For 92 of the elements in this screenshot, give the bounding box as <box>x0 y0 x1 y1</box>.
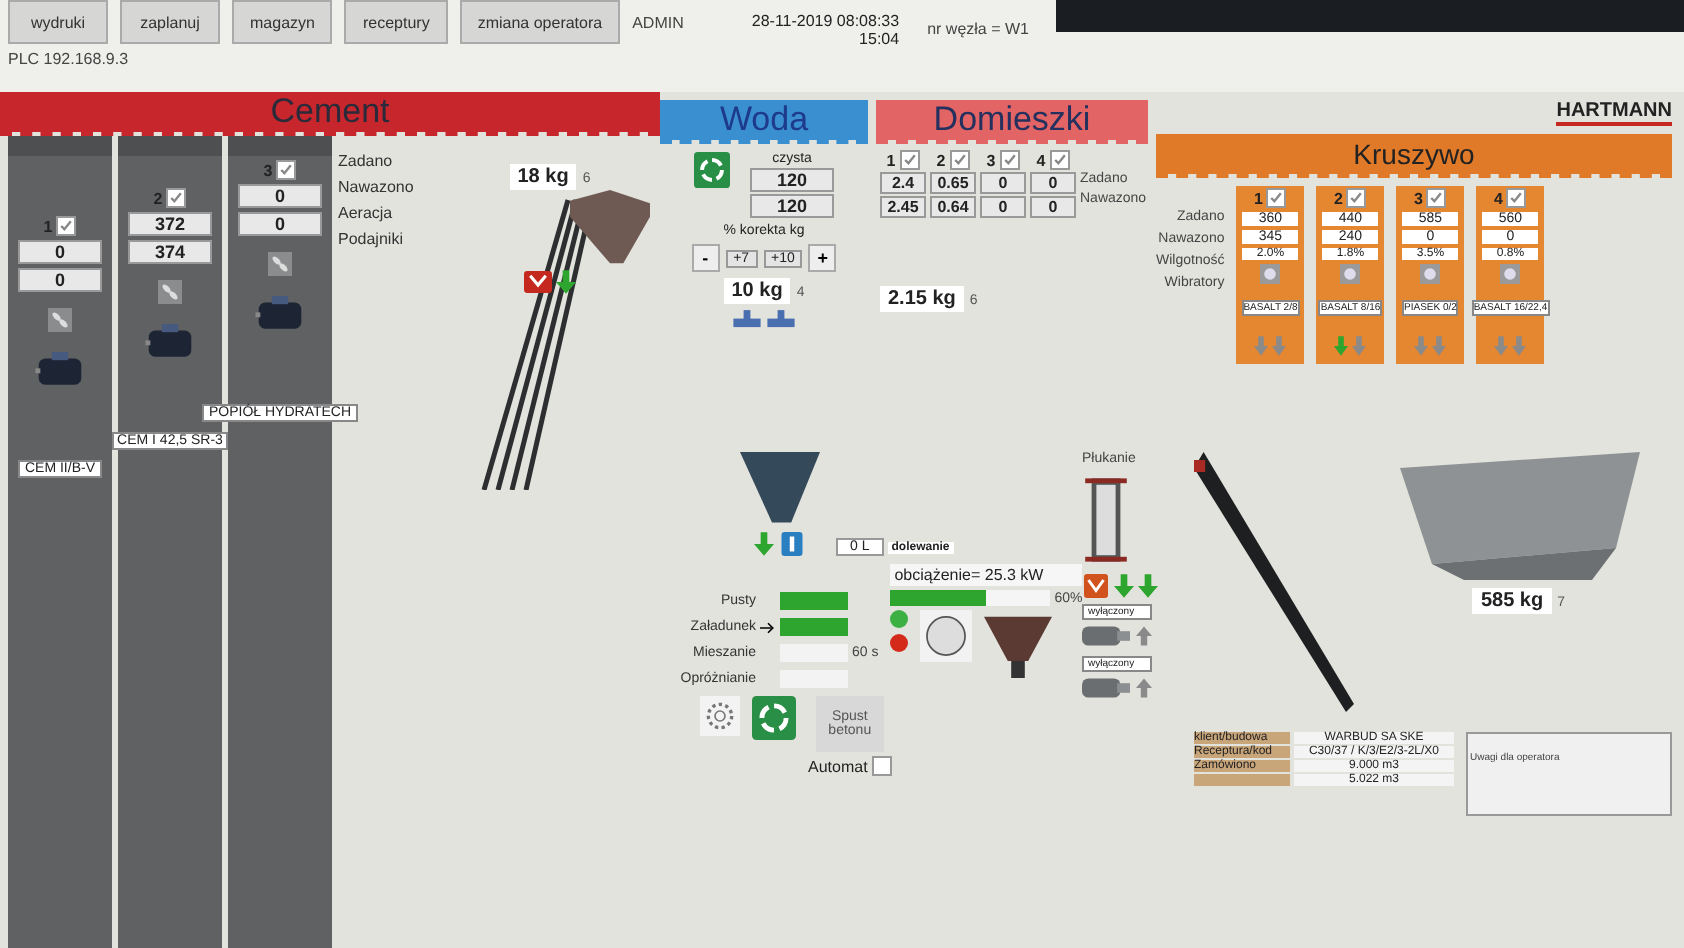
row-label: Podajniki <box>338 230 405 248</box>
checkbox[interactable] <box>949 150 970 170</box>
weight-reading: 18 kg <box>509 164 577 190</box>
valve-icon[interactable] <box>524 270 552 294</box>
weighed-value: 120 <box>750 194 834 218</box>
checkbox[interactable] <box>999 150 1020 170</box>
motor-icon[interactable] <box>254 296 306 332</box>
set-value: 372 <box>128 212 212 236</box>
arrow-up-icon <box>1136 626 1152 646</box>
checkbox[interactable] <box>1266 188 1287 208</box>
weighed-value: 0.64 <box>930 196 976 218</box>
silo-number: 2 <box>153 189 163 207</box>
weighed-value: 0 <box>1030 196 1076 218</box>
plus-button[interactable]: + <box>808 244 837 272</box>
clock-time: 15:04 <box>859 30 900 48</box>
checkbox[interactable] <box>56 216 77 236</box>
node-label: nr węzła = W1 <box>927 18 1029 38</box>
motor-icon[interactable] <box>34 352 86 388</box>
cycle-button-icon[interactable] <box>694 152 730 188</box>
row-label: Zadano <box>338 152 395 170</box>
toolbar-button[interactable]: zmiana operatora <box>459 0 621 44</box>
date-time: 28-11-2019 08:08:33 <box>751 12 900 30</box>
set-value: 0 <box>238 184 322 208</box>
weight-reading: 585 kg <box>1472 588 1552 614</box>
aeration-icon[interactable] <box>48 308 72 332</box>
arrow-down-icon <box>1114 574 1134 598</box>
set-value: 0.65 <box>930 172 976 194</box>
weighed-value: 2.45 <box>880 196 926 218</box>
weighed-value: 0 <box>238 212 322 236</box>
admixture-number: 3 <box>986 151 996 169</box>
aeration-icon[interactable] <box>158 280 182 304</box>
admixture-number: 1 <box>886 151 896 169</box>
set-value: 120 <box>750 168 834 192</box>
bin-number: 4 <box>1494 189 1503 207</box>
checkbox[interactable] <box>899 150 920 170</box>
toolbar-button[interactable]: wydruki <box>8 0 108 44</box>
arrow-down-icon <box>754 532 774 556</box>
arrow-down-icon <box>1138 574 1158 598</box>
settings-icon[interactable] <box>700 696 740 736</box>
checkbox[interactable] <box>871 756 892 776</box>
plc-address: PLC 192.168.9.3 <box>8 50 131 68</box>
toolbar-button[interactable]: receptury <box>344 0 448 44</box>
toolbar-button[interactable]: magazyn <box>232 0 333 44</box>
section-header: Kruszywo <box>1156 134 1672 174</box>
row-label: Nawazono <box>338 178 414 196</box>
section-header: Cement <box>0 92 660 132</box>
silo-number: 3 <box>263 161 273 179</box>
weighed-value: 374 <box>128 240 212 264</box>
toolbar-button[interactable]: zaplanuj <box>120 0 220 44</box>
admixture-number: 2 <box>936 151 946 169</box>
bin-number: 2 <box>1334 189 1343 207</box>
vibrator-icon[interactable] <box>1500 264 1521 284</box>
vibrator-icon[interactable] <box>1260 264 1281 284</box>
motor-icon[interactable] <box>144 324 196 360</box>
section-header: Domieszki <box>876 100 1148 140</box>
weighed-value: 0 <box>980 196 1026 218</box>
pump-motor-icon[interactable] <box>1082 622 1130 650</box>
cycle-button-icon[interactable] <box>752 696 796 740</box>
user-name: ADMIN <box>632 13 684 31</box>
set-value: 2.4 <box>880 172 926 194</box>
set-value: 0 <box>1030 172 1076 194</box>
pump-motor-icon[interactable] <box>1082 674 1130 702</box>
weight-reading: 10 kg <box>723 278 791 304</box>
load-reading: obciążenie= 25.3 kW <box>890 564 1083 586</box>
set-value: 0 <box>18 240 102 264</box>
checkbox[interactable] <box>1426 188 1447 208</box>
section-header: Woda <box>660 100 868 140</box>
checkbox[interactable] <box>276 160 297 180</box>
row-label: Aeracja <box>338 204 395 222</box>
minus-button[interactable]: - <box>691 244 720 272</box>
checkbox[interactable] <box>1506 188 1527 208</box>
valve-icon[interactable] <box>778 532 806 556</box>
brand-logo: HARTMANN <box>1556 100 1672 126</box>
rinse-tank-drawing <box>1082 472 1130 568</box>
arrow-down-icon <box>556 270 576 294</box>
weighed-value: 0 <box>18 268 102 292</box>
vibrator-icon[interactable] <box>1340 264 1361 284</box>
aeration-icon[interactable] <box>268 252 292 276</box>
admixture-number: 4 <box>1036 151 1046 169</box>
weight-reading: 2.15 kg <box>880 286 964 312</box>
bin-number: 3 <box>1414 189 1423 207</box>
arrow-up-icon <box>1136 678 1152 698</box>
checkbox[interactable] <box>1049 150 1070 170</box>
set-value: 0 <box>980 172 1026 194</box>
vibrator-icon[interactable] <box>1420 264 1441 284</box>
bin-number: 1 <box>1254 189 1263 207</box>
checkbox[interactable] <box>166 188 187 208</box>
silo-number: 1 <box>43 217 53 235</box>
automat-label: Automat <box>808 757 868 775</box>
gauge-icon <box>920 610 973 662</box>
valve-icon[interactable] <box>1082 574 1110 598</box>
checkbox[interactable] <box>1346 188 1367 208</box>
